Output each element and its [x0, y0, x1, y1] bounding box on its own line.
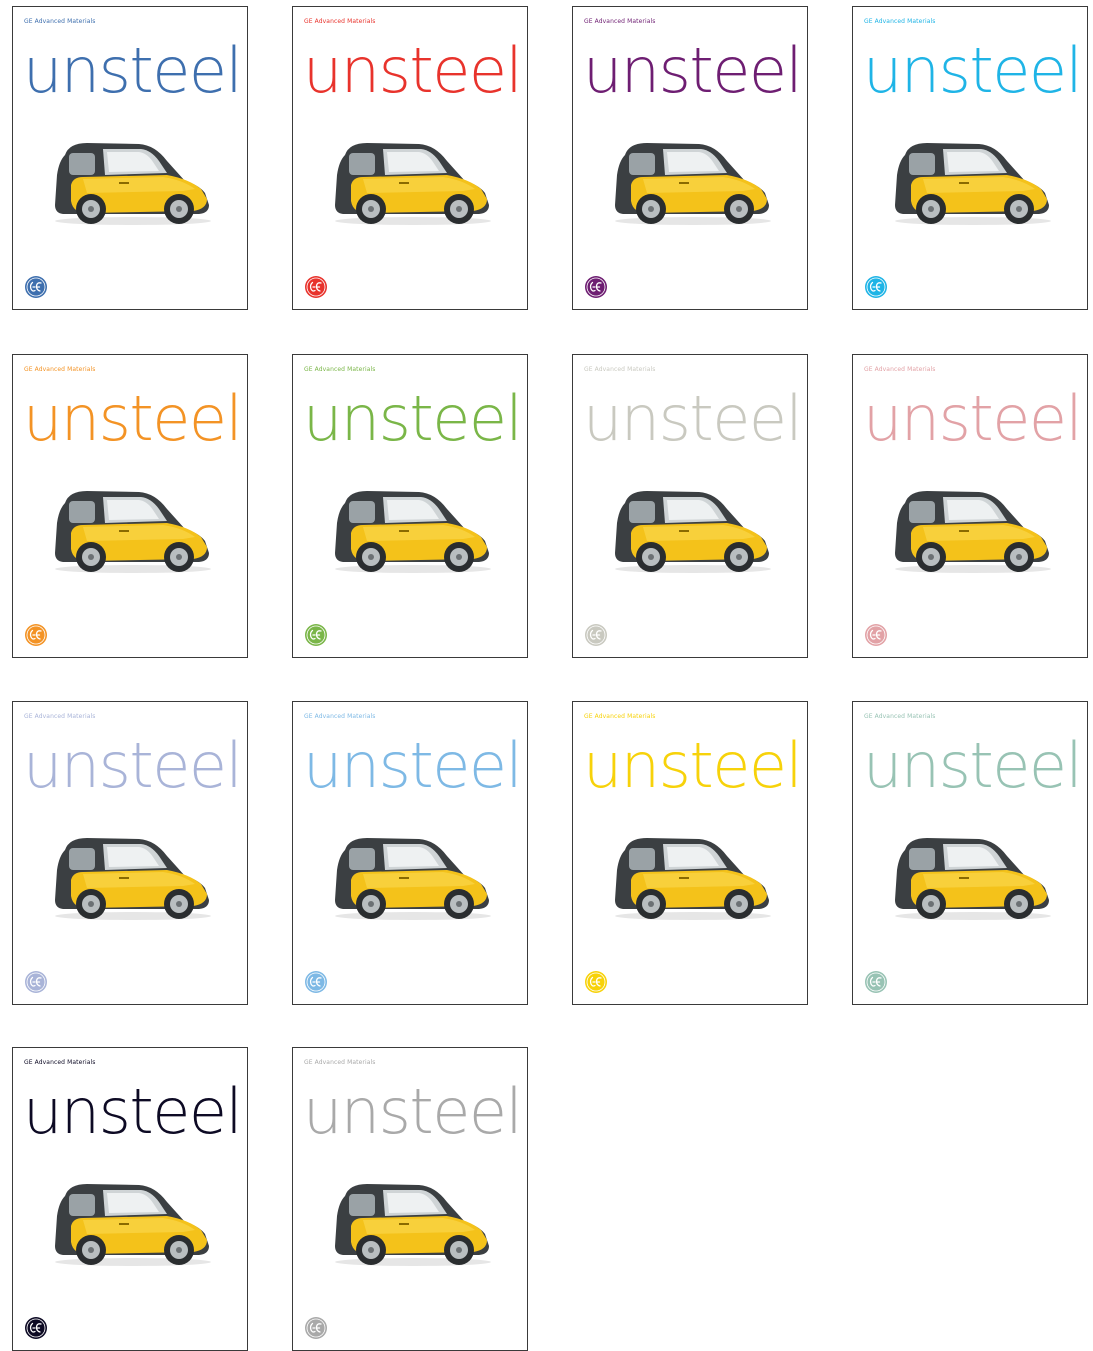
- headline-word: unsteel: [863, 34, 1083, 107]
- car-image: [323, 483, 493, 579]
- brand-label: GE Advanced Materials: [24, 366, 96, 373]
- poster-card: GE Advanced Materials unsteel: [852, 6, 1088, 310]
- car-image: [43, 830, 213, 926]
- headline-word: unsteel: [583, 382, 803, 455]
- headline-word: unsteel: [303, 1075, 523, 1148]
- poster-card: GE Advanced Materials unsteel: [12, 354, 248, 658]
- car-image: [323, 135, 493, 231]
- brand-label: GE Advanced Materials: [864, 713, 936, 720]
- poster-card: GE Advanced Materials unsteel: [292, 1047, 528, 1351]
- ge-monogram-icon: [304, 623, 328, 647]
- poster-card: GE Advanced Materials unsteel: [572, 701, 808, 1005]
- headline-word: unsteel: [303, 382, 523, 455]
- brand-label: GE Advanced Materials: [24, 1059, 96, 1066]
- poster-card: GE Advanced Materials unsteel: [852, 354, 1088, 658]
- ge-monogram-icon: [304, 275, 328, 299]
- brand-label: GE Advanced Materials: [584, 18, 656, 25]
- headline-word: unsteel: [303, 34, 523, 107]
- brand-label: GE Advanced Materials: [864, 366, 936, 373]
- car-image: [603, 135, 773, 231]
- car-image: [883, 483, 1053, 579]
- headline-word: unsteel: [23, 382, 243, 455]
- car-image: [883, 135, 1053, 231]
- brand-label: GE Advanced Materials: [304, 366, 376, 373]
- brand-label: GE Advanced Materials: [304, 713, 376, 720]
- poster-card: GE Advanced Materials unsteel: [572, 6, 808, 310]
- ge-monogram-icon: [864, 275, 888, 299]
- poster-card: GE Advanced Materials unsteel: [292, 6, 528, 310]
- brand-label: GE Advanced Materials: [304, 1059, 376, 1066]
- brand-label: GE Advanced Materials: [864, 18, 936, 25]
- car-image: [43, 483, 213, 579]
- headline-word: unsteel: [23, 34, 243, 107]
- ge-monogram-icon: [304, 970, 328, 994]
- ge-monogram-icon: [24, 1316, 48, 1340]
- car-image: [883, 830, 1053, 926]
- headline-word: unsteel: [863, 729, 1083, 802]
- poster-card: GE Advanced Materials unsteel: [12, 701, 248, 1005]
- poster-card: GE Advanced Materials unsteel: [12, 1047, 248, 1351]
- ge-monogram-icon: [584, 275, 608, 299]
- ge-monogram-icon: [864, 970, 888, 994]
- brand-label: GE Advanced Materials: [584, 366, 656, 373]
- brand-label: GE Advanced Materials: [584, 713, 656, 720]
- ge-monogram-icon: [584, 970, 608, 994]
- car-image: [603, 483, 773, 579]
- brand-label: GE Advanced Materials: [304, 18, 376, 25]
- car-image: [43, 135, 213, 231]
- headline-word: unsteel: [583, 34, 803, 107]
- ge-monogram-icon: [24, 970, 48, 994]
- brand-label: GE Advanced Materials: [24, 713, 96, 720]
- ge-monogram-icon: [24, 623, 48, 647]
- headline-word: unsteel: [583, 729, 803, 802]
- poster-card: GE Advanced Materials unsteel: [292, 354, 528, 658]
- poster-card: GE Advanced Materials unsteel: [292, 701, 528, 1005]
- headline-word: unsteel: [863, 382, 1083, 455]
- headline-word: unsteel: [303, 729, 523, 802]
- car-image: [43, 1176, 213, 1272]
- ge-monogram-icon: [584, 623, 608, 647]
- poster-card: GE Advanced Materials unsteel: [572, 354, 808, 658]
- poster-card: GE Advanced Materials unsteel: [12, 6, 248, 310]
- ge-monogram-icon: [304, 1316, 328, 1340]
- poster-card: GE Advanced Materials unsteel: [852, 701, 1088, 1005]
- ge-monogram-icon: [864, 623, 888, 647]
- headline-word: unsteel: [23, 1075, 243, 1148]
- ge-monogram-icon: [24, 275, 48, 299]
- car-image: [603, 830, 773, 926]
- brand-label: GE Advanced Materials: [24, 18, 96, 25]
- headline-word: unsteel: [23, 729, 243, 802]
- car-image: [323, 830, 493, 926]
- car-image: [323, 1176, 493, 1272]
